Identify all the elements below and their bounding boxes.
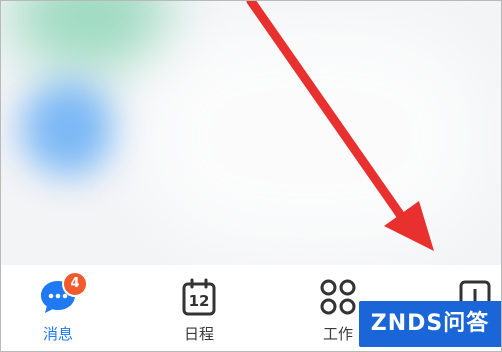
tab-schedule[interactable]: 12 日程 xyxy=(149,265,249,351)
chat-bubble-icon: 4 xyxy=(38,271,88,317)
tab-messages[interactable]: 4 消息 xyxy=(8,265,108,351)
calendar-icon: 12 xyxy=(179,277,219,317)
unread-badge: 4 xyxy=(62,271,88,297)
calendar-date: 12 xyxy=(189,292,210,310)
watermark-logo: ZNDS问答 xyxy=(359,301,501,347)
tab-label: 消息 xyxy=(42,325,73,343)
grid-icon xyxy=(318,277,358,317)
tab-label: 日程 xyxy=(183,325,214,343)
app-screen: 4 消息 12 日程 工作 ZNDS问答 xyxy=(0,0,502,352)
